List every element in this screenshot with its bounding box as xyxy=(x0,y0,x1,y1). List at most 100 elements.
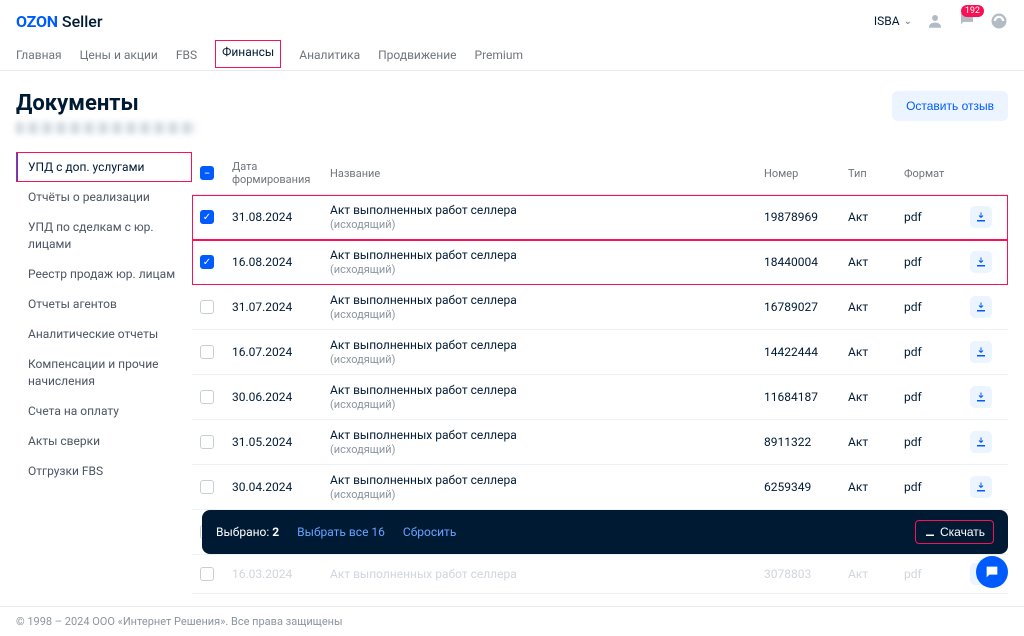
download-label: Скачать xyxy=(940,525,985,539)
table-row: 31.08.2024Акт выполненных работ селлера(… xyxy=(192,195,1008,240)
notif-badge: 192 xyxy=(961,5,984,17)
table-row: 16.08.2024 Акт выполненных работ селлера(… xyxy=(192,240,1008,285)
sidebar-item[interactable]: Отчеты агентов xyxy=(16,289,192,319)
col-name[interactable]: Название xyxy=(330,167,758,180)
logo[interactable]: OZON Seller xyxy=(16,12,103,31)
table-row: 30.04.2024 Акт выполненных работ селлера(… xyxy=(192,465,1008,510)
row-doc-name: Акт выполненных работ селлера(исходящий) xyxy=(330,293,758,321)
row-format: pdf xyxy=(904,300,964,314)
row-number: 14422444 xyxy=(764,345,842,359)
selection-bar: Выбрано: 2 Выбрать все 16 Сбросить Скача… xyxy=(202,510,1008,554)
sidebar-item[interactable]: Отгрузки FBS xyxy=(16,456,192,486)
nav-analytics[interactable]: Аналитика xyxy=(299,40,360,70)
row-type: Акт xyxy=(848,300,898,314)
help-icon[interactable] xyxy=(990,12,1008,30)
row-checkbox[interactable] xyxy=(200,345,214,359)
sidebar-item[interactable]: Аналитические отчеты xyxy=(16,319,192,349)
sidebar-item[interactable]: Отчёты о реализации xyxy=(16,182,192,212)
row-checkbox[interactable] xyxy=(200,390,214,404)
row-number: 6259349 xyxy=(764,480,842,494)
row-download-button[interactable] xyxy=(970,431,992,453)
sidebar-item[interactable]: УПД по сделкам с юр. лицами xyxy=(16,212,192,258)
row-number: 3078803 xyxy=(764,567,842,581)
row-date: 31.07.2024 xyxy=(232,300,324,314)
row-type: Акт xyxy=(848,480,898,494)
row-date: 30.04.2024 xyxy=(232,480,324,494)
footer-text: © 1998 – 2024 ООО «Интернет Решения». Вс… xyxy=(0,606,1024,636)
row-download-button[interactable] xyxy=(970,251,992,273)
row-date: 30.06.2024 xyxy=(232,390,324,404)
col-date[interactable]: Дата формирования xyxy=(232,160,324,186)
table-row: 31.05.2024 Акт выполненных работ селлера(… xyxy=(192,420,1008,465)
row-checkbox[interactable] xyxy=(200,567,214,581)
row-date: 16.07.2024 xyxy=(232,345,324,359)
blurred-subtitle xyxy=(16,122,196,134)
row-type: Акт xyxy=(848,210,898,224)
logo-ozon: OZON xyxy=(16,12,58,31)
row-format: pdf xyxy=(904,210,964,224)
row-download-button[interactable] xyxy=(970,206,992,228)
row-number: 8911322 xyxy=(764,435,842,449)
user-name-label: ISBA xyxy=(874,14,900,28)
row-format: pdf xyxy=(904,435,964,449)
table-row-partial: 16.03.2024Акт выполненных работ селлера3… xyxy=(192,555,1008,594)
reset-link[interactable]: Сбросить xyxy=(403,525,456,539)
col-num[interactable]: Номер xyxy=(764,167,842,180)
notifications-button[interactable]: 192 xyxy=(958,10,976,32)
row-format: pdf xyxy=(904,255,964,269)
nav-promo[interactable]: Продвижение xyxy=(378,40,456,70)
row-download-button[interactable] xyxy=(970,476,992,498)
nav-premium[interactable]: Premium xyxy=(475,40,523,70)
selected-count: 2 xyxy=(272,525,279,539)
table-row: 30.06.2024 Акт выполненных работ селлера(… xyxy=(192,375,1008,420)
row-download-button[interactable] xyxy=(970,386,992,408)
row-date: 16.08.2024 xyxy=(232,255,324,269)
sidebar-item[interactable]: Счета на оплату xyxy=(16,396,192,426)
row-checkbox[interactable] xyxy=(200,210,214,224)
main-nav: Главная Цены и акции FBS Финансы Аналити… xyxy=(0,40,1024,71)
sidebar-item[interactable]: Акты сверки xyxy=(16,426,192,456)
row-format: pdf xyxy=(904,390,964,404)
col-type[interactable]: Тип xyxy=(848,167,898,180)
chat-fab[interactable] xyxy=(976,556,1008,588)
row-doc-name: Акт выполненных работ селлера(исходящий) xyxy=(330,473,758,501)
table-row: 16.07.2024 Акт выполненных работ селлера(… xyxy=(192,330,1008,375)
row-type: Акт xyxy=(848,345,898,359)
row-doc-name: Акт выполненных работ селлера xyxy=(330,567,758,581)
row-checkbox[interactable] xyxy=(200,480,214,494)
user-icon[interactable] xyxy=(926,12,944,30)
row-checkbox[interactable] xyxy=(200,255,214,269)
row-doc-name: Акт выполненных работ селлера(исходящий) xyxy=(330,428,758,456)
nav-fbs[interactable]: FBS xyxy=(176,40,197,70)
nav-main[interactable]: Главная xyxy=(16,40,62,70)
select-all-checkbox[interactable] xyxy=(200,166,214,180)
row-format: pdf xyxy=(904,480,964,494)
nav-prices[interactable]: Цены и акции xyxy=(80,40,158,70)
row-checkbox[interactable] xyxy=(200,435,214,449)
row-download-button[interactable] xyxy=(970,296,992,318)
row-type: Акт xyxy=(848,255,898,269)
sidebar-item[interactable]: Компенсации и прочие начисления xyxy=(16,349,192,395)
col-fmt[interactable]: Формат xyxy=(904,167,964,180)
logo-seller: Seller xyxy=(62,12,103,31)
row-format: pdf xyxy=(904,345,964,359)
row-type: Акт xyxy=(848,435,898,449)
row-number: 18440004 xyxy=(764,255,842,269)
sidebar-item[interactable]: Реестр продаж юр. лицам xyxy=(16,259,192,289)
row-doc-name: Акт выполненных работ селлера(исходящий) xyxy=(330,383,758,411)
feedback-button[interactable]: Оставить отзыв xyxy=(892,91,1008,121)
download-selected-button[interactable]: Скачать xyxy=(915,520,994,544)
download-icon xyxy=(924,526,936,538)
sidebar-item[interactable]: УПД с доп. услугами xyxy=(16,152,192,182)
row-date: 31.05.2024 xyxy=(232,435,324,449)
nav-finance[interactable]: Финансы xyxy=(215,40,281,68)
row-download-button[interactable] xyxy=(970,341,992,363)
select-all-link[interactable]: Выбрать все 16 xyxy=(297,525,385,539)
row-number: 11684187 xyxy=(764,390,842,404)
row-type: Акт xyxy=(848,390,898,404)
row-doc-name: Акт выполненных работ селлера(исходящий) xyxy=(330,248,758,276)
row-number: 16789027 xyxy=(764,300,842,314)
row-checkbox[interactable] xyxy=(200,300,214,314)
row-doc-name: Акт выполненных работ селлера(исходящий) xyxy=(330,338,758,366)
user-menu[interactable]: ISBA ⌄ xyxy=(874,14,912,28)
